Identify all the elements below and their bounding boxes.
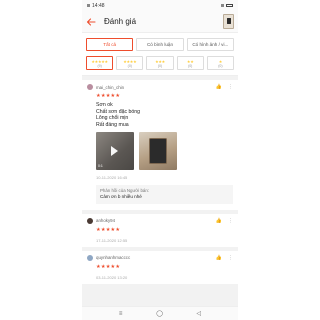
review-media: 0:1 (96, 132, 233, 171)
status-left: 14:48 (87, 3, 105, 9)
filter-5-star[interactable]: ★★★★★ (9) (86, 56, 114, 70)
review-header: anhoky94 (87, 217, 233, 224)
filter-3-star[interactable]: ★★★ (0) (146, 56, 174, 70)
nav-back-icon[interactable]: ◁ (196, 310, 201, 318)
page-title: Đánh giá (104, 17, 137, 26)
arrow-left-icon (86, 17, 96, 26)
filter-2-star[interactable]: ★★ (0) (176, 56, 204, 70)
review-item: mai_chin_chin 👍 ⋮ ★★★★★ Sơn ok Chất sơn … (82, 80, 238, 210)
review-rating: ★★★★★ (96, 263, 121, 270)
status-time: 14:48 (92, 2, 105, 9)
review-header: quynhanhmacccc (87, 254, 233, 261)
tab-with-media-label: Có hình ảnh / vi... (192, 42, 229, 47)
filter-4-star[interactable]: ★★★★ (0) (116, 56, 144, 70)
review-username[interactable]: mai_chin_chin (96, 85, 124, 90)
review-line: Sơn ok (96, 102, 113, 108)
signal-icon (221, 4, 224, 7)
tab-with-comments[interactable]: Có bình luận (136, 38, 184, 51)
filter-1-star[interactable]: ★ (0) (206, 56, 235, 70)
review-text: Sơn ok Chất sơn đặc bóng Lông chổi mịn R… (96, 102, 233, 128)
nav-home-icon[interactable]: ◯ (156, 310, 163, 318)
thumbs-up-icon[interactable]: 👍 (216, 218, 222, 224)
review-rating: ★★★★★ (96, 226, 121, 233)
avatar[interactable] (87, 84, 93, 90)
review-header: mai_chin_chin (87, 84, 233, 90)
tab-with-comments-label: Có bình luận (146, 42, 174, 47)
filter-count: (0) (188, 63, 193, 68)
product-thumbnail[interactable] (223, 14, 234, 29)
review-item: anhoky94 👍 ⋮ ★★★★★ 17-11-2020 12:55 (82, 213, 238, 247)
status-bar: 14:48 (82, 0, 238, 11)
battery-icon (226, 4, 233, 7)
avatar[interactable] (87, 217, 93, 224)
review-username[interactable]: quynhanhmacccc (96, 255, 130, 260)
review-line: Rất đáng mua (96, 121, 129, 128)
tab-all-label: Tất cả (103, 42, 117, 47)
phone-screen: 14:48 Đánh giá Tất cả Có bình luận Có hì… (82, 0, 238, 320)
review-date: 03-11-2020 13:20 (96, 274, 128, 280)
thumbs-up-icon[interactable]: 👍 (216, 84, 222, 90)
filter-count: (0) (218, 63, 223, 68)
review-photo[interactable] (139, 132, 177, 171)
tab-all[interactable]: Tất cả (86, 38, 134, 51)
filter-count: (0) (157, 63, 163, 68)
seller-reply: Phản hồi của Người bán: Cảm ơn b nhiều n… (96, 185, 233, 204)
filter-count: (0) (127, 63, 132, 68)
avatar[interactable] (87, 254, 93, 261)
nav-menu-icon[interactable]: ≡ (119, 310, 123, 318)
status-right (221, 4, 233, 7)
play-icon (111, 146, 118, 157)
video-duration: 0:1 (98, 164, 103, 169)
filter-tabs: Tất cả Có bình luận Có hình ảnh / vi... (82, 33, 238, 54)
review-video[interactable]: 0:1 (96, 132, 134, 171)
review-date: 10-11-2020 16:45 (96, 175, 128, 181)
more-vertical-icon[interactable]: ⋮ (228, 218, 233, 224)
review-actions: 👍 ⋮ (216, 255, 233, 261)
review-item: quynhanhmacccc 👍 ⋮ ★★★★★ 03-11-2020 13:2… (82, 250, 238, 284)
review-date: 17-11-2020 12:55 (96, 237, 128, 243)
more-vertical-icon[interactable]: ⋮ (228, 84, 233, 90)
thumbs-up-icon[interactable]: 👍 (216, 255, 222, 261)
review-actions: 👍 ⋮ (216, 84, 233, 90)
star-filters: ★★★★★ (9) ★★★★ (0) ★★★ (0) ★★ (0) ★ (0) (82, 54, 238, 76)
notification-icon (87, 4, 90, 7)
review-rating: ★★★★★ (96, 93, 121, 99)
review-line: Lông chổi mịn (96, 115, 129, 122)
review-actions: 👍 ⋮ (216, 218, 233, 224)
more-vertical-icon[interactable]: ⋮ (228, 255, 233, 261)
header: Đánh giá (82, 11, 238, 33)
tab-with-media[interactable]: Có hình ảnh / vi... (186, 38, 234, 51)
system-navbar: ≡ ◯ ◁ (82, 306, 238, 320)
filter-count: (9) (97, 63, 102, 68)
review-username[interactable]: anhoky94 (96, 218, 115, 223)
back-button[interactable] (86, 17, 96, 27)
seller-reply-text: Cảm ơn b nhiều nhé (100, 194, 142, 200)
